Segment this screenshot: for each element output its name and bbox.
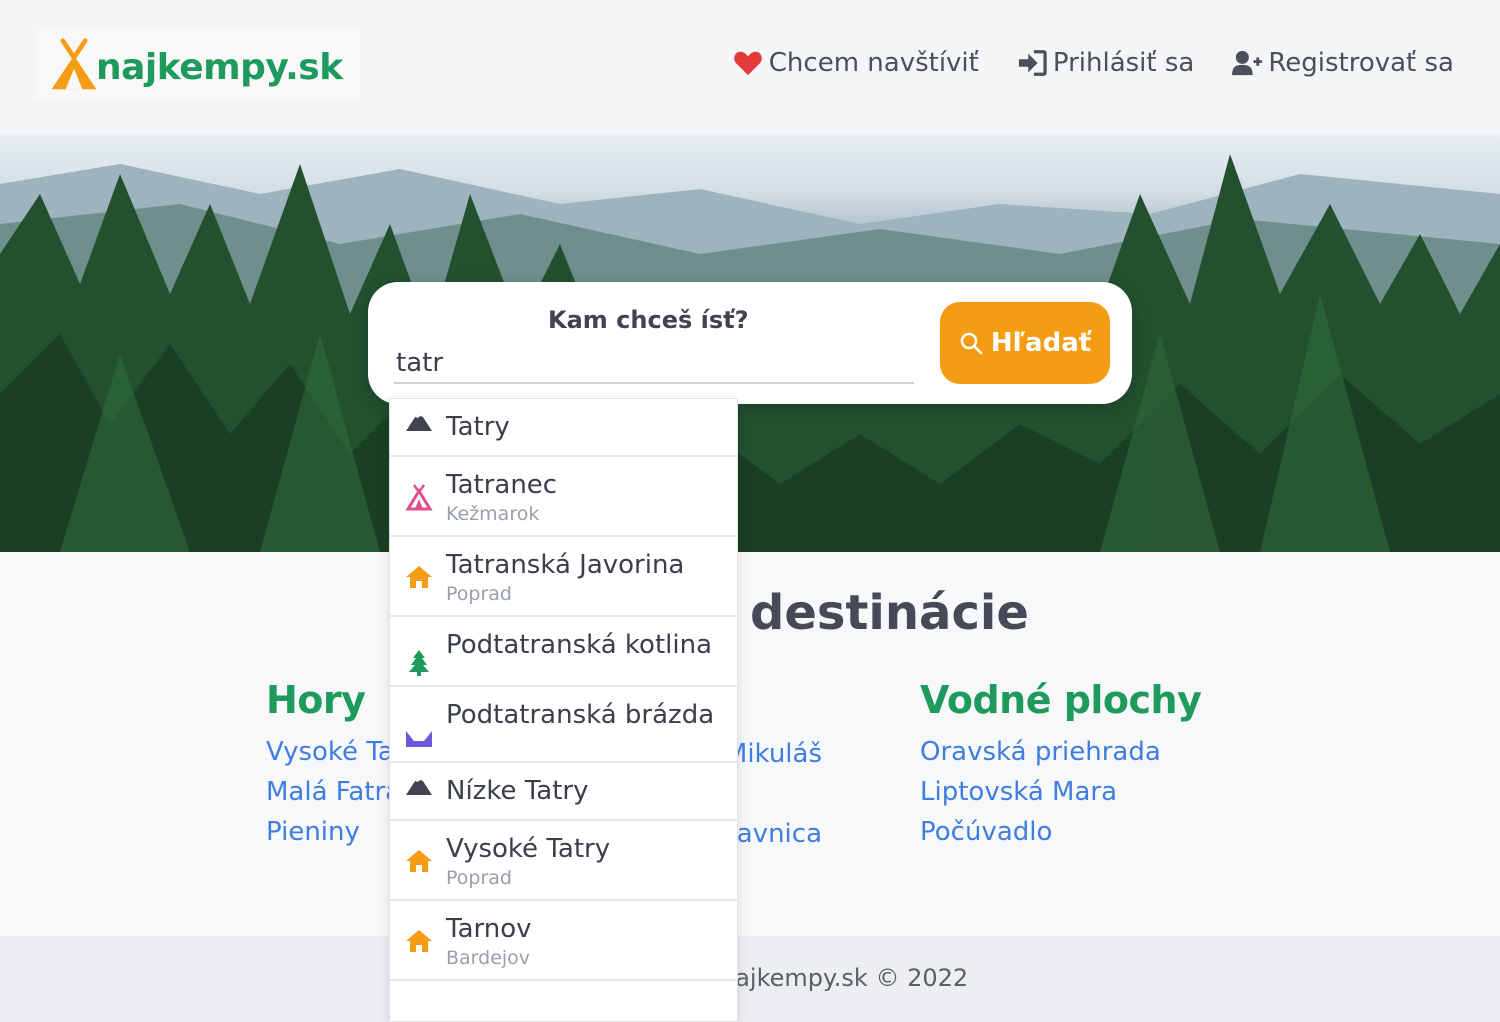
suggestion-name: Tatranská Javorina [446,550,685,580]
link-destination[interactable]: Liptovská Mara [920,772,1201,812]
link-destination[interactable]: Počúvadlo [920,812,1201,852]
nav-register-label: Registrovať sa [1268,48,1454,78]
suggestion-district: Bardejov [446,947,531,969]
search-icon [960,332,983,355]
suggestion-item[interactable]: Tatranec Kežmarok [390,457,737,537]
autocomplete-dropdown: Tatry Tatranec Kežmarok Tatranská Javori… [389,398,738,1022]
logo[interactable]: najkempy.sk [34,30,360,100]
house-icon [404,847,434,875]
suggestion-name: Vysoké Tatry [446,834,611,864]
suggestion-district: Kežmarok [446,503,540,525]
top-nav: Chcem navštíviť Prihlásiť sa Registrovať… [733,48,1454,78]
suggestion-item[interactable]: Tatranská Javorina Poprad [390,537,737,617]
section-vodne-plochy: Vodné plochy Oravská priehrada Liptovská… [920,678,1202,852]
suggestion-item[interactable]: Vysoké Tatry Poprad [390,821,737,901]
nav-wishlist[interactable]: Chcem navštíviť [733,48,979,78]
nav-register[interactable]: Registrovať sa [1232,48,1454,78]
logo-text: najkempy.sk [96,46,343,88]
nav-wishlist-label: Chcem navštíviť [768,48,979,78]
house-icon [404,927,434,955]
valley-icon [404,725,434,753]
user-plus-icon [1232,50,1263,76]
search-input[interactable] [394,344,914,384]
suggestion-name: Nízke Tatry [446,776,589,806]
search-label: Kam chceš ísť? [548,306,749,334]
nav-login-label: Prihlásiť sa [1052,48,1195,78]
tree-icon [404,649,434,677]
section-vodne-heading: Vodné plochy [920,678,1202,722]
search-card: Kam chceš ísť? Hľadať [368,282,1132,404]
page-title: destinácie [750,585,1029,641]
nav-login[interactable]: Prihlásiť sa [1017,48,1194,78]
suggestion-name: Podtatranská kotlina [446,630,713,660]
suggestion-item[interactable]: Tatry [390,399,737,457]
suggestion-item[interactable]: Tarnov Bardejov [390,901,737,981]
footer: najkempy.sk © 2022 [0,936,1500,1022]
mountain-icon [404,771,434,799]
suggestion-item[interactable]: Podtatranská kotlina [390,617,737,687]
suggestion-name: Tatry [446,412,510,442]
suggestion-name: Tarnov [446,914,532,944]
link-destination[interactable]: Oravská priehrada [920,732,1201,772]
suggestion-item[interactable]: Nízke Tatry [390,763,737,821]
house-icon [404,563,434,591]
suggestion-name: Tatranec [446,470,558,500]
footer-copyright: najkempy.sk © 2022 [720,964,969,992]
sign-in-icon [1018,50,1047,76]
heart-icon [733,51,762,76]
tent-logo-icon [51,38,97,90]
header: najkempy.sk Chcem navštíviť Prihlásiť sa… [0,0,1500,134]
suggestion-name: Podtatranská brázda [446,700,715,730]
suggestion-item[interactable]: Podtatranská brázda [390,687,737,763]
tent-icon [404,483,434,511]
search-button[interactable]: Hľadať [940,302,1110,384]
mountain-icon [404,407,434,435]
search-button-label: Hľadať [990,328,1092,358]
